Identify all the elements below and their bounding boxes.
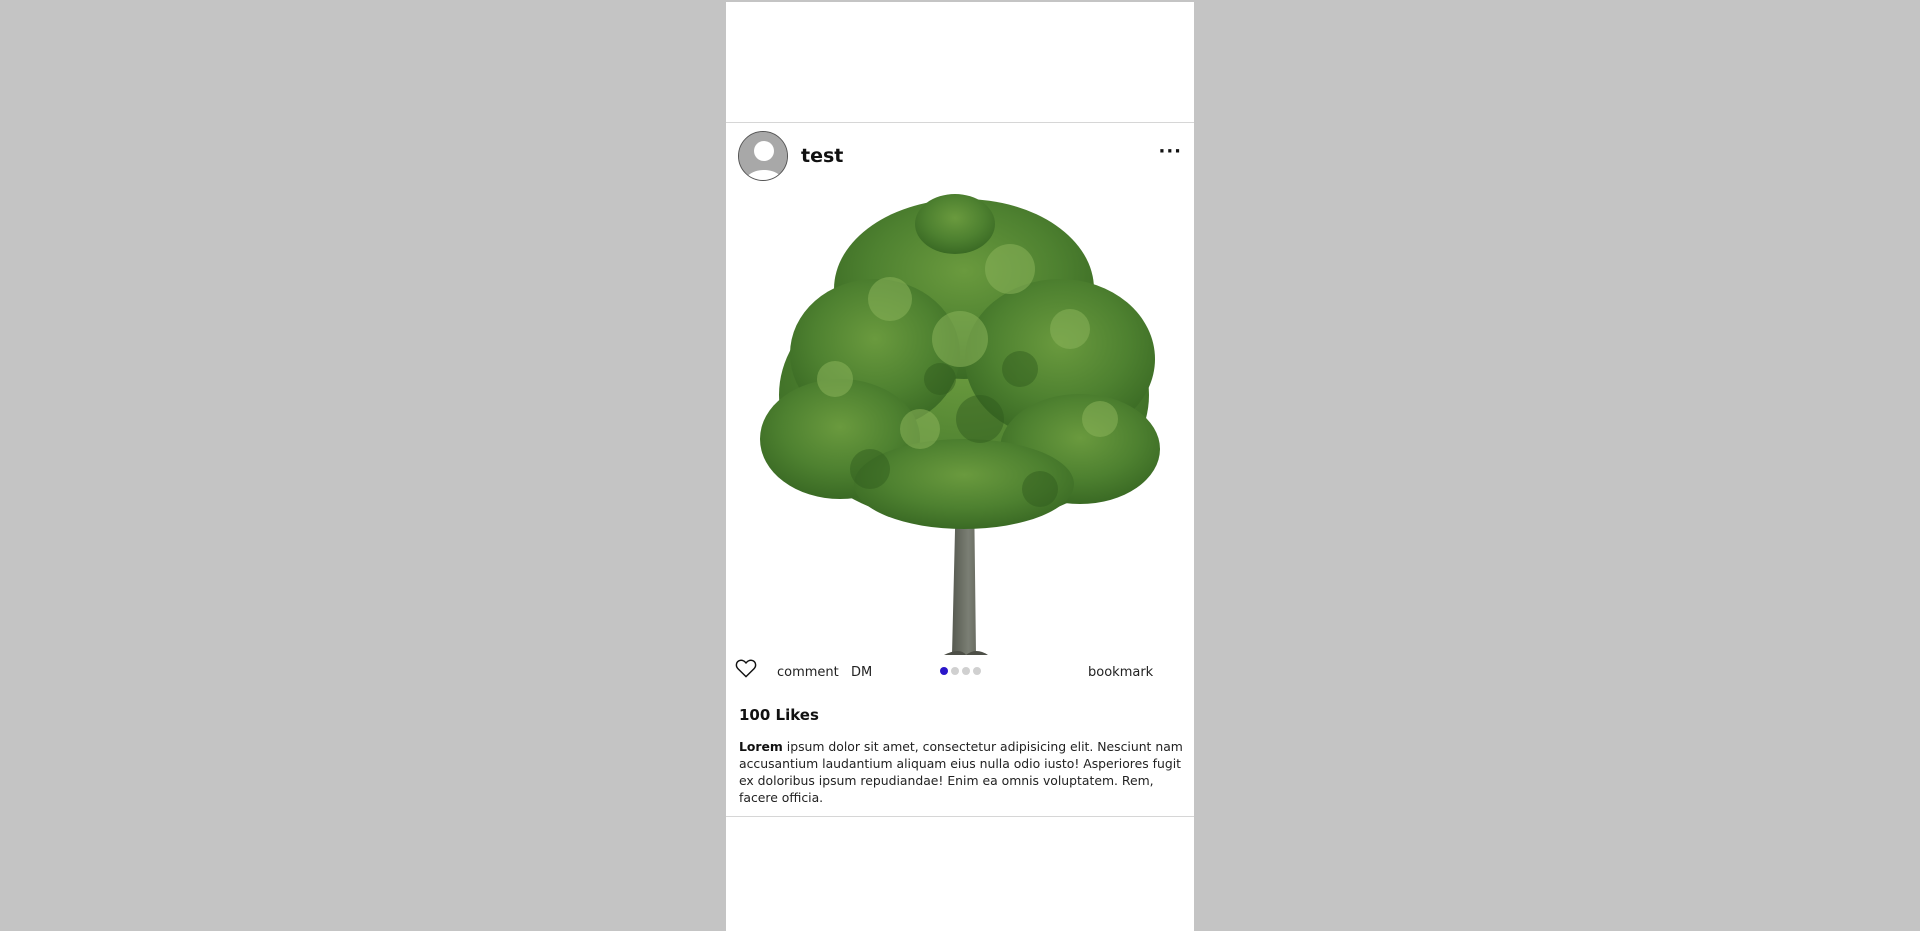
- avatar[interactable]: [738, 131, 788, 181]
- post-divider: [726, 816, 1194, 817]
- carousel-dot-3[interactable]: [962, 667, 970, 675]
- username[interactable]: test: [801, 145, 843, 167]
- caption-text: ipsum dolor sit amet, consectetur adipis…: [739, 739, 1183, 805]
- likes-count[interactable]: 100 Likes: [726, 706, 1194, 724]
- top-area: [726, 2, 1194, 123]
- comment-button[interactable]: comment: [777, 665, 839, 680]
- post-image[interactable]: [726, 189, 1194, 655]
- more-options-icon[interactable]: ···: [1158, 143, 1182, 161]
- heart-icon[interactable]: [735, 658, 757, 682]
- feed-panel: test ··· comment DM bookmark 100 Likes L…: [726, 2, 1194, 931]
- dm-button[interactable]: DM: [851, 665, 872, 680]
- carousel-dot-1[interactable]: [940, 667, 948, 675]
- default-avatar-icon: [739, 132, 787, 180]
- post-caption: Lorem ipsum dolor sit amet, consectetur …: [726, 738, 1194, 806]
- carousel-dot-4[interactable]: [973, 667, 981, 675]
- caption-author[interactable]: Lorem: [739, 739, 783, 754]
- post-header: test ···: [726, 123, 1194, 189]
- bookmark-button[interactable]: bookmark: [1088, 665, 1153, 680]
- carousel-indicator: [940, 667, 981, 675]
- tree-image: [760, 194, 1160, 655]
- post-card: test ··· comment DM bookmark 100 Likes L…: [726, 123, 1194, 817]
- post-actions: comment DM bookmark: [726, 655, 1194, 689]
- carousel-dot-2[interactable]: [951, 667, 959, 675]
